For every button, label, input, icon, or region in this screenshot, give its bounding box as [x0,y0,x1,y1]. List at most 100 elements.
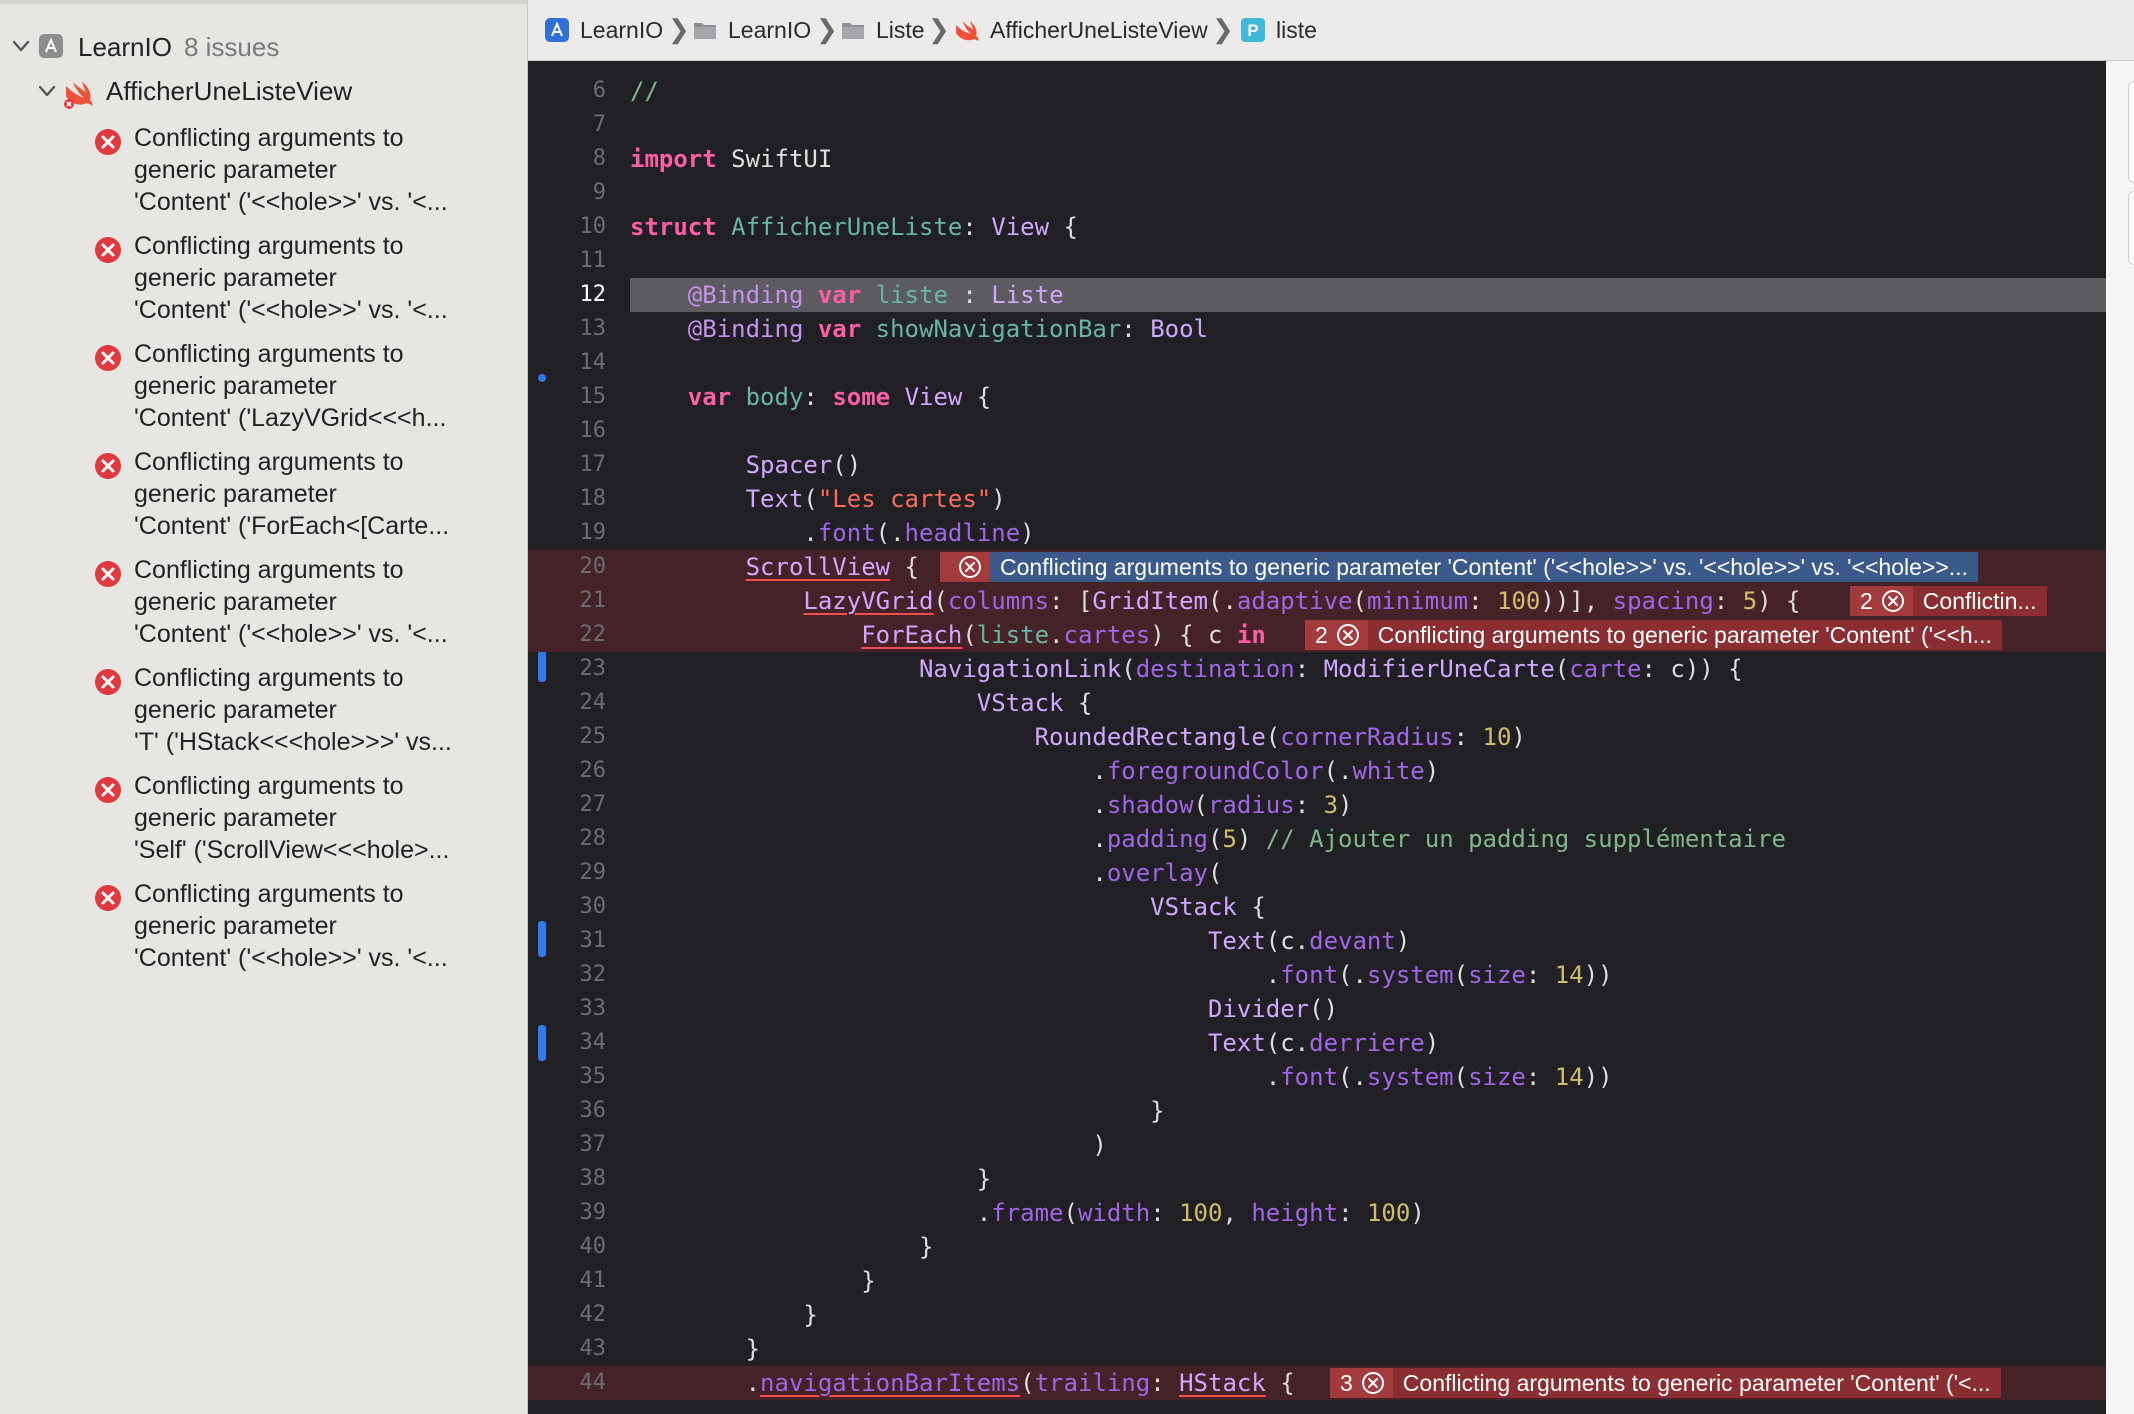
code-text: ScrollView { [745,553,919,581]
code-line[interactable]: 13 @Binding var showNavigationBar: Bool [528,312,2106,346]
code-line[interactable]: 19 .font(.headline) [528,516,2106,550]
code-line[interactable]: 41 } [528,1264,2106,1298]
code-text: } [630,1233,934,1261]
scroll-thumb[interactable] [2128,81,2134,183]
property-icon: P [1240,17,1266,43]
issue-item[interactable]: Conflicting arguments to generic paramete… [0,442,527,546]
source-editor[interactable]: 6 // 7 8 import SwiftUI 9 10 struct AfficherUne… [528,61,2106,1414]
chevron-right-icon: ❯ [928,14,950,44]
line-number: 13 [579,316,607,341]
code-line[interactable]: 35 .font(.system(size: 14)) [528,1060,2106,1094]
swift-icon [954,17,980,43]
code-line[interactable]: 34 Text(c.derriere) [528,1026,2106,1060]
code-text: VStack { [1150,893,1266,921]
code-line[interactable]: 25 RoundedRectangle(cornerRadius: 10) [528,720,2106,754]
issue-item[interactable]: Conflicting arguments to generic paramete… [0,118,527,222]
issue-item[interactable]: Conflicting arguments to generic paramete… [0,874,527,978]
code-text: @Binding var showNavigationBar: Bool [687,315,1208,343]
code-text: .font(.headline) [630,519,1035,547]
code-line[interactable]: 17 Spacer() [528,448,2106,482]
code-text: .font(.system(size: 14)) [630,1063,1613,1091]
code-line[interactable]: 26 .foregroundColor(.white) [528,754,2106,788]
breadcrumb-item[interactable]: LearnIO [544,14,663,46]
issue-message-line: generic parameter [134,156,337,184]
code-line[interactable]: 14 [528,346,2106,380]
scroll-thumb[interactable] [2128,191,2134,265]
code-line[interactable]: 15 var body: some View { [528,380,2106,414]
issue-item[interactable]: Conflicting arguments to generic paramete… [0,334,527,438]
code-line[interactable]: 16 [528,414,2106,448]
code-line[interactable]: 31 Text(c.devant) [528,924,2106,958]
error-annotation[interactable]: 2 Conflicting arguments to generic parame… [1305,620,2002,650]
code-text: .navigationBarItems(trailing: HStack { [630,1369,1295,1397]
error-count: 2 [1860,587,1873,614]
issue-project-row[interactable]: LearnIO 8 issues [0,26,527,66]
line-number: 37 [579,1132,607,1157]
code-line[interactable]: 11 [528,244,2106,278]
code-line[interactable]: 10 struct AfficherUneListe: View { [528,210,2106,244]
code-text: Text(c.derriere) [1207,1029,1440,1057]
line-number: 44 [579,1370,607,1395]
breadcrumb-label: AfficherUneListeView [990,16,1208,43]
code-line[interactable]: 28 .padding(5) // Ajouter un padding sup… [528,822,2106,856]
issue-message-line: generic parameter [134,804,337,832]
code-line[interactable]: 37 ) [528,1128,2106,1162]
issue-item[interactable]: Conflicting arguments to generic paramete… [0,658,527,762]
code-line[interactable]: 24 VStack { [528,686,2106,720]
error-annotation[interactable]: 3 Conflicting arguments to generic parame… [1330,1368,2001,1398]
error-annotation-message: Conflictin... [1912,586,2047,616]
line-number: 7 [592,112,606,137]
line-number: 24 [579,690,607,715]
code-line[interactable]: 8 import SwiftUI [528,142,2106,176]
folder-icon [840,17,866,43]
line-number: 25 [579,724,607,749]
code-line[interactable]: 39 .frame(width: 100, height: 100) [528,1196,2106,1230]
code-line[interactable]: 9 [528,176,2106,210]
error-annotation[interactable]: 2 Conflictin... [1850,586,2047,616]
issue-item[interactable]: Conflicting arguments to generic paramete… [0,550,527,654]
code-line[interactable]: 18 Text("Les cartes") [528,482,2106,516]
code-line[interactable]: 36 } [528,1094,2106,1128]
chevron-right-icon: ❯ [1212,14,1234,44]
breadcrumb-label: liste [1276,16,1317,43]
breadcrumb-item[interactable]: Liste [840,14,925,46]
code-line[interactable]: 12 @Binding var liste : Liste [528,278,2106,312]
issue-message: Conflicting arguments to generic paramete… [134,446,514,542]
code-line[interactable]: 33 Divider() [528,992,2106,1026]
chevron-down-icon[interactable] [36,80,58,102]
breadcrumb-label: Liste [876,16,925,43]
error-icon [94,776,122,804]
line-number: 39 [579,1200,607,1225]
code-text: ForEach(liste.cartes) { c in [861,621,1266,649]
issue-item[interactable]: Conflicting arguments to generic paramete… [0,766,527,870]
line-number: 22 [579,622,607,647]
issue-message: Conflicting arguments to generic paramete… [134,770,514,866]
chevron-right-icon: ❯ [668,14,690,44]
code-text: VStack { [976,689,1093,717]
code-line[interactable]: 29 .overlay( [528,856,2106,890]
issue-item[interactable]: Conflicting arguments to generic paramete… [0,226,527,330]
code-line[interactable]: 42 } [528,1298,2106,1332]
code-line[interactable]: 6 // [528,74,2106,108]
jump-bar: LearnIO ❯ LearnIO ❯ Liste ❯ AfficherUneListeVi… [528,0,2134,61]
code-line[interactable]: 27 .shadow(radius: 3) [528,788,2106,822]
breadcrumb-item[interactable]: Pliste [1240,14,1317,46]
breadcrumb-item[interactable]: AfficherUneListeView [954,14,1208,46]
code-line[interactable]: 40 } [528,1230,2106,1264]
code-text: RoundedRectangle(cornerRadius: 10) [1034,723,1526,751]
line-number: 18 [579,486,607,511]
error-icon [94,668,122,696]
code-line[interactable]: 38 } [528,1162,2106,1196]
code-line[interactable]: 23 NavigationLink(destination: ModifierU… [528,652,2106,686]
error-annotation[interactable]: Conflicting arguments to generic paramet… [940,552,1978,582]
chevron-down-icon[interactable] [10,35,32,57]
issue-message: Conflicting arguments to generic paramete… [134,662,514,758]
code-line[interactable]: 30 VStack { [528,890,2106,924]
code-line[interactable]: 7 [528,108,2106,142]
breadcrumb-item[interactable]: LearnIO [692,14,811,46]
code-line[interactable]: 43 } [528,1332,2106,1366]
issue-file-row[interactable]: AfficherUneListeView [0,70,527,110]
code-text: struct AfficherUneListe: View { [630,213,1078,241]
code-line[interactable]: 32 .font(.system(size: 14)) [528,958,2106,992]
line-number: 20 [579,554,607,579]
